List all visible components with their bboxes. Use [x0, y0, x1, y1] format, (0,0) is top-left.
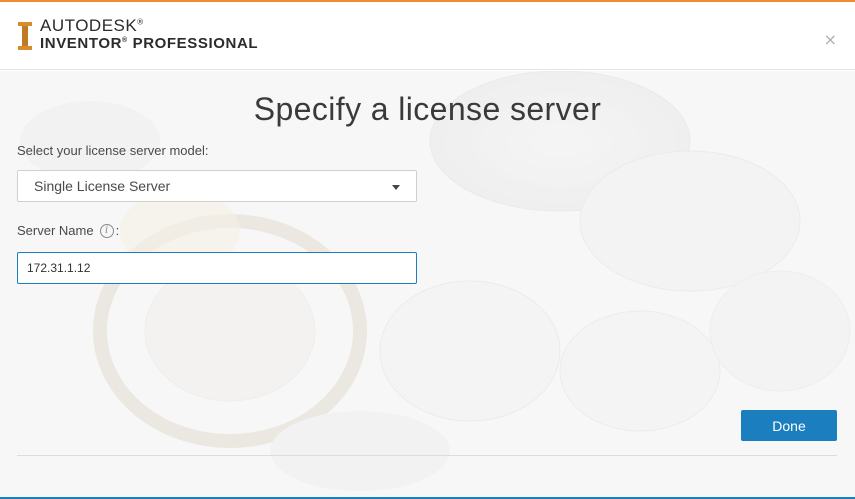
page-title: Specify a license server [253, 91, 602, 127]
brand-product: INVENTOR® PROFESSIONAL [40, 35, 259, 52]
server-name-colon: : [115, 223, 120, 238]
footer-divider [17, 455, 837, 456]
chevron-down-icon [392, 185, 400, 190]
brand-autodesk: AUTODESK® [40, 16, 144, 35]
header: AUTODESK® INVENTOR® PROFESSIONAL × [0, 2, 855, 70]
server-name-label-text: Server Name [17, 223, 94, 238]
license-model-selected-value: Single License Server [34, 178, 171, 194]
info-icon[interactable]: i [99, 223, 114, 238]
main-content: Specify a license server Select your lic… [0, 71, 855, 497]
license-model-label: Select your license server model: [17, 143, 209, 158]
server-name-input[interactable] [17, 252, 417, 284]
inventor-logo-icon [18, 22, 32, 50]
done-button[interactable]: Done [741, 410, 837, 441]
server-name-label: Server Name i : [17, 223, 119, 238]
close-icon[interactable]: × [824, 32, 837, 48]
license-model-select[interactable]: Single License Server [17, 170, 417, 202]
